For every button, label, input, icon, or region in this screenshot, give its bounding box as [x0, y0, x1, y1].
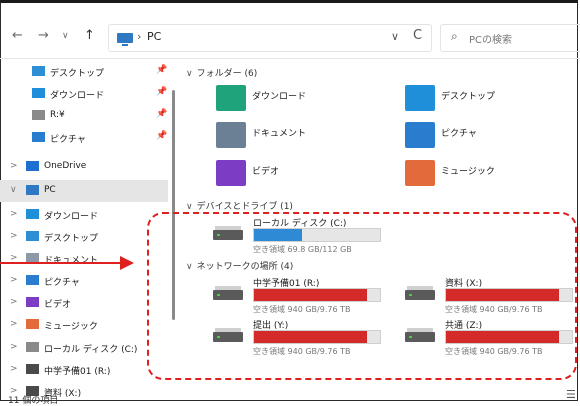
folders-section-label: フォルダー (6) — [196, 69, 258, 79]
desktop-icon — [26, 231, 39, 241]
drive-icon — [26, 342, 39, 352]
sidebar-item[interactable]: > ダウンロード — [0, 204, 168, 226]
pc-icon — [117, 33, 133, 46]
pictures-icon — [26, 275, 39, 285]
pin-icon: 📌 — [156, 87, 168, 97]
devices-section-header[interactable]: ∨ デバイスとドライブ (1) — [186, 199, 293, 212]
breadcrumb-pc[interactable]: PC — [147, 30, 161, 43]
sidebar-item[interactable]: > ドキュメント — [0, 248, 168, 270]
sidebar-item-label: ドキュメント — [44, 256, 99, 266]
sidebar-item[interactable]: > ローカル ディスク (C:) — [0, 337, 168, 359]
search-box[interactable]: ⌕ PCの検索 — [440, 24, 580, 52]
sidebar-item[interactable]: ∨ PC — [0, 180, 168, 202]
details-view-icon[interactable]: ☰ — [566, 388, 576, 401]
sidebar-item-label: 中学予備01 (R:) — [44, 367, 111, 377]
desktop-icon — [32, 66, 45, 76]
refresh-icon[interactable]: C — [413, 28, 422, 43]
folders-section-header[interactable]: ∨ フォルダー (6) — [186, 66, 257, 79]
collapse-icon: ∨ — [186, 69, 193, 79]
sidebar-item[interactable]: > ピクチャ — [0, 270, 168, 292]
sidebar-item[interactable]: ピクチャ 📌 — [0, 127, 168, 149]
expand-chevron-icon[interactable]: ∨ — [10, 185, 17, 195]
folder-label: ドキュメント — [252, 129, 307, 139]
pin-icon: 📌 — [156, 109, 168, 119]
download-icon — [32, 88, 45, 98]
address-bar[interactable]: › PC ∨ C — [108, 24, 432, 52]
sidebar-item-label: ピクチャ — [50, 135, 86, 145]
pc-icon — [26, 185, 39, 195]
address-dropdown-icon[interactable]: ∨ — [391, 30, 399, 43]
sidebar-item-label: PC — [44, 185, 56, 195]
sidebar-item-label: OneDrive — [44, 161, 87, 171]
expand-chevron-icon[interactable]: > — [10, 161, 18, 171]
network-drive-icon — [26, 364, 39, 374]
pin-icon: 📌 — [156, 131, 168, 141]
search-placeholder: PCの検索 — [469, 35, 513, 46]
video-folder-icon — [216, 160, 246, 186]
pictures-icon — [32, 132, 45, 142]
cloud-icon — [26, 161, 39, 171]
expand-chevron-icon[interactable]: > — [10, 342, 18, 352]
documents-folder-icon — [216, 122, 246, 148]
folder-label: デスクトップ — [441, 92, 496, 102]
pin-icon: 📌 — [156, 65, 168, 75]
forward-button[interactable]: → — [38, 28, 49, 43]
download-folder-icon — [216, 85, 246, 111]
sidebar-item[interactable]: > ビデオ — [0, 292, 168, 314]
up-button[interactable]: ↑ — [84, 28, 95, 43]
sidebar-item-label: ピクチャ — [44, 278, 80, 288]
search-icon: ⌕ — [451, 29, 458, 43]
video-icon — [26, 297, 39, 307]
collapse-icon: ∨ — [186, 202, 193, 212]
back-button[interactable]: ← — [12, 28, 23, 43]
sidebar-item[interactable]: ダウンロード 📌 — [0, 83, 168, 105]
sidebar-item-label: ローカル ディスク (C:) — [44, 345, 138, 355]
sidebar-item[interactable]: R:¥ 📌 — [0, 105, 168, 127]
highlight-dashed-outline — [147, 212, 577, 380]
expand-chevron-icon[interactable]: > — [10, 364, 18, 374]
sidebar-item-label: ミュージック — [44, 322, 98, 332]
status-item-count: 11 個の項目 — [8, 396, 59, 406]
recent-locations-button[interactable]: ∨ — [62, 31, 69, 41]
sidebar-item[interactable]: > ミュージック — [0, 314, 168, 336]
sidebar-item-label: デスクトップ — [44, 234, 99, 244]
sidebar-item-label: ダウンロード — [50, 91, 105, 101]
folder-label: ダウンロード — [252, 92, 307, 102]
desktop-folder-icon — [405, 85, 435, 111]
folder-label: ビデオ — [252, 167, 280, 177]
sidebar-item-label: R:¥ — [50, 110, 65, 120]
navigation-pane: デスクトップ 📌 ダウンロード 📌 R:¥ 📌 ピクチャ 📌 > OneDrive ∨ PC > ダウンロ… — [0, 59, 168, 399]
music-icon — [26, 319, 39, 329]
expand-chevron-icon[interactable]: > — [10, 209, 18, 219]
breadcrumb-separator: › — [137, 30, 142, 43]
callout-arrow-line — [0, 262, 122, 264]
folder-label: ピクチャ — [441, 129, 477, 139]
sidebar-item[interactable]: > OneDrive — [0, 156, 168, 178]
expand-chevron-icon[interactable]: > — [10, 297, 18, 307]
sidebar-item[interactable]: > 中学予備01 (R:) — [0, 359, 168, 381]
music-folder-icon — [405, 160, 435, 186]
download-icon — [26, 209, 39, 219]
sidebar-item[interactable]: > デスクトップ — [0, 226, 168, 248]
drive-icon — [32, 110, 45, 120]
pictures-folder-icon — [405, 122, 435, 148]
sidebar-item-label: ダウンロード — [44, 212, 99, 222]
callout-arrow-icon — [120, 256, 134, 270]
expand-chevron-icon[interactable]: > — [10, 319, 18, 329]
sidebar-item-label: デスクトップ — [50, 69, 105, 79]
sidebar-item-label: ビデオ — [44, 300, 72, 310]
sidebar-item[interactable]: デスクトップ 📌 — [0, 61, 168, 83]
toolbar: ← → ∨ ↑ › PC ∨ C ⌕ PCの検索 — [0, 18, 580, 58]
expand-chevron-icon[interactable]: > — [10, 275, 18, 285]
devices-section-label: デバイスとドライブ (1) — [196, 202, 293, 212]
folder-label: ミュージック — [441, 167, 495, 177]
expand-chevron-icon[interactable]: > — [10, 231, 18, 241]
